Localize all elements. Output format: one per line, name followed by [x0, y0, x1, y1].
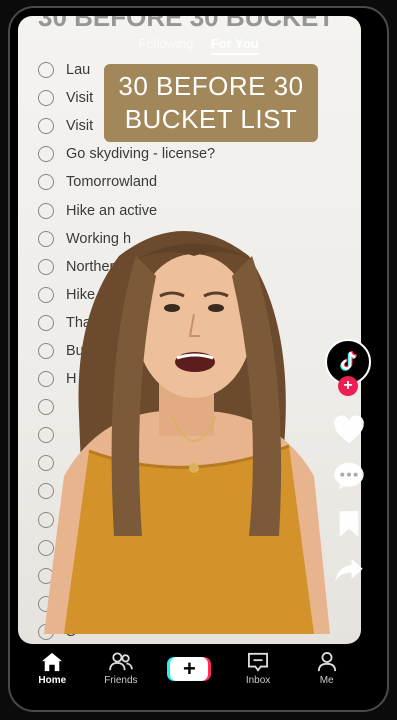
checkbox-circle-icon: [38, 146, 54, 163]
person-video-subject: [44, 231, 330, 634]
follow-plus-button[interactable]: +: [338, 376, 358, 396]
like-button[interactable]: [332, 413, 366, 447]
feed-tabs: Following For You: [0, 36, 397, 55]
profile-icon: [317, 652, 336, 672]
video-caption-overlay: 30 BEFORE 30 BUCKET LIST: [104, 64, 318, 142]
checkbox-circle-icon: [38, 62, 54, 79]
checklist-item-text: Lau: [66, 62, 91, 79]
inbox-icon: [248, 652, 269, 672]
checkbox-circle-icon: [38, 174, 54, 191]
home-icon: [42, 652, 63, 672]
caption-line-2: BUCKET LIST: [124, 104, 298, 134]
tiktok-logo-icon: [340, 350, 357, 371]
checklist-item-text: Visit: [66, 118, 94, 135]
checklist-item-text: Go skydiving - license?: [66, 146, 216, 163]
bookmark-button[interactable]: [332, 507, 366, 541]
friends-icon: [109, 652, 133, 671]
nav-home-label: Home: [38, 675, 67, 686]
share-arrow-icon: [335, 558, 363, 582]
checkbox-circle-icon: [38, 118, 54, 135]
checklist-item-text: Visit: [66, 90, 94, 107]
checklist-item: Tomorrowland: [38, 168, 238, 196]
comment-bubble-icon: [334, 462, 364, 490]
nav-create[interactable]: +: [159, 657, 219, 681]
tab-following[interactable]: Following: [138, 36, 193, 51]
checklist-item: Go skydiving - license?: [38, 140, 238, 168]
nav-friends-label: Friends: [104, 675, 138, 686]
nav-me[interactable]: Me: [297, 652, 357, 686]
bottom-nav: Home Friends + Inbox Me: [18, 644, 361, 694]
share-button[interactable]: [332, 553, 366, 587]
nav-me-label: Me: [319, 675, 334, 686]
tab-for-you[interactable]: For You: [210, 36, 259, 55]
nav-inbox-label: Inbox: [245, 675, 271, 686]
nav-friends[interactable]: Friends: [91, 652, 151, 686]
nav-inbox[interactable]: Inbox: [228, 652, 288, 686]
caption-line-1: 30 BEFORE 30: [118, 71, 304, 101]
nav-home[interactable]: Home: [22, 652, 82, 686]
create-plus-button[interactable]: +: [170, 657, 209, 681]
bookmark-icon: [339, 511, 359, 537]
heart-icon: [334, 415, 364, 444]
checklist-item-text: Tomorrowland: [66, 174, 158, 191]
comment-button[interactable]: [332, 459, 366, 493]
checkbox-circle-icon: [38, 90, 54, 107]
list-header-faded: 30 BEFORE 30 BUCKET LIST: [38, 16, 338, 32]
